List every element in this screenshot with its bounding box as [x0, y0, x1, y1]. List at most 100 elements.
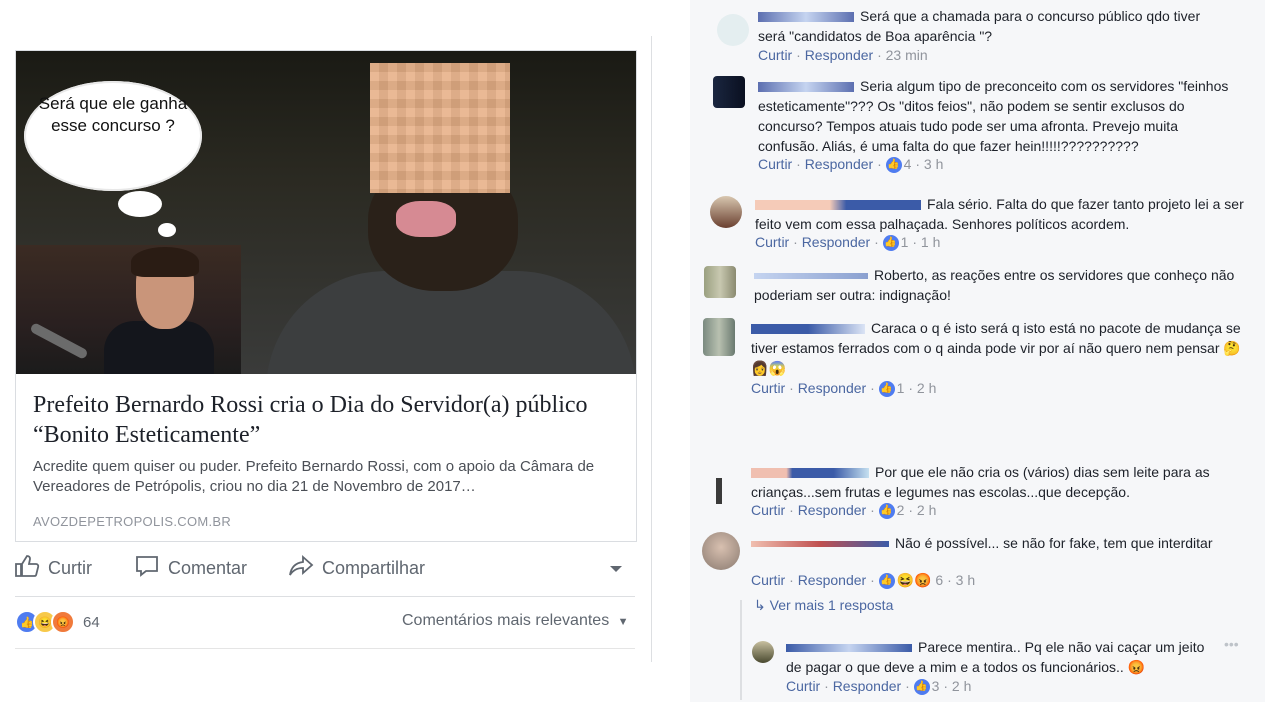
- redacted-name[interactable]: [758, 82, 854, 93]
- photo-inset-suit: [104, 321, 214, 374]
- comment-like-link[interactable]: Curtir: [751, 502, 785, 518]
- comment-7: Não é possível... se não for fake, tem q…: [751, 533, 1246, 553]
- comment-time[interactable]: 1 h: [921, 234, 940, 250]
- comment-like-link[interactable]: Curtir: [758, 156, 792, 172]
- comment-5: Caraca o q é isto será q isto está no pa…: [751, 318, 1246, 378]
- like-badge-icon: 👍: [878, 573, 895, 590]
- photo-tongue: [396, 201, 456, 237]
- more-options-button[interactable]: [608, 548, 624, 588]
- comment-like-count[interactable]: 2: [897, 502, 905, 518]
- comment-reply-link[interactable]: Responder: [805, 47, 874, 63]
- comment-time[interactable]: 2 h: [952, 678, 971, 694]
- pixelated-face: [370, 63, 510, 193]
- comment-like-link[interactable]: Curtir: [751, 380, 785, 396]
- avatar[interactable]: [717, 14, 749, 46]
- comment-6: Por que ele não cria os (vários) dias se…: [751, 462, 1246, 502]
- comment-7-meta: Curtir · Responder · 👍 😆😡 6 · 3 h: [751, 572, 976, 590]
- comment-sort-dropdown[interactable]: Comentários mais relevantes ▼: [402, 612, 629, 630]
- link-preview-card[interactable]: Será que ele ganha esse concurso ? Prefe…: [15, 50, 637, 542]
- photo-inset-hair: [131, 247, 199, 277]
- redacted-name[interactable]: [751, 324, 865, 335]
- avatar[interactable]: [704, 266, 736, 298]
- comment-like-link[interactable]: Curtir: [786, 678, 820, 694]
- comment-like-count[interactable]: 3: [932, 678, 940, 694]
- comment-like-count[interactable]: 1: [897, 380, 905, 396]
- emoji-face-icon: 👩: [751, 360, 769, 376]
- avatar[interactable]: [713, 76, 745, 108]
- comment-time[interactable]: 3 h: [924, 156, 943, 172]
- link-domain: AVOZDEPETROPOLIS.COM.BR: [33, 514, 232, 529]
- redacted-name[interactable]: [754, 273, 868, 280]
- comment-like-link[interactable]: Curtir: [755, 234, 789, 250]
- avatar[interactable]: [752, 641, 774, 663]
- share-label: Compartilhar: [322, 557, 426, 578]
- comment-time[interactable]: 23 min: [886, 47, 928, 63]
- avatar[interactable]: [710, 196, 742, 228]
- comment-icon: [134, 554, 160, 583]
- reply-thread-line: [740, 600, 742, 700]
- comment-button[interactable]: Comentar: [134, 548, 247, 588]
- comment-4: Roberto, as reações entre os servidores …: [754, 265, 1244, 305]
- comment-1: Será que a chamada para o concurso públi…: [758, 6, 1228, 46]
- comment-reply-link[interactable]: Responder: [798, 502, 867, 518]
- comment-3: Fala sério. Falta do que fazer tanto pro…: [755, 194, 1245, 234]
- share-button[interactable]: Compartilhar: [288, 548, 425, 588]
- emoji-angry-icon: 😡: [1127, 659, 1146, 675]
- comment-like-count[interactable]: 4: [904, 156, 912, 172]
- angry-badge-icon: 😡: [914, 572, 932, 588]
- link-preview-image[interactable]: Será que ele ganha esse concurso ?: [16, 51, 636, 374]
- more-dots-icon: •••: [1224, 636, 1239, 652]
- link-description: Acredite quem quiser ou puder. Prefeito …: [33, 458, 595, 495]
- avatar[interactable]: [716, 478, 722, 504]
- comment-time[interactable]: 3 h: [956, 572, 975, 588]
- redacted-name[interactable]: [786, 644, 912, 653]
- comment-like-count[interactable]: 1: [901, 234, 909, 250]
- thumbs-up-icon: [14, 554, 40, 583]
- comment-6-meta: Curtir · Responder · 👍 2 · 2 h: [751, 502, 937, 520]
- comment-like-count[interactable]: 6: [935, 572, 943, 588]
- redacted-name[interactable]: [751, 468, 869, 479]
- reaction-count: 64: [83, 613, 100, 631]
- comment-options-button[interactable]: •••: [1224, 636, 1239, 652]
- comment-reply-link[interactable]: Responder: [798, 572, 867, 588]
- link-title[interactable]: Prefeito Bernardo Rossi cria o Dia do Se…: [33, 390, 623, 450]
- comment-time[interactable]: 2 h: [917, 380, 936, 396]
- comment-reply-link[interactable]: Responder: [802, 234, 871, 250]
- comment-2: Seria algum tipo de preconceito com os s…: [758, 76, 1238, 156]
- comment-reply-link[interactable]: Responder: [833, 678, 902, 694]
- sort-caret-icon: ▼: [617, 616, 629, 628]
- thought-bubble-text: Será que ele ganha esse concurso ?: [38, 94, 188, 135]
- thought-dot-large: [118, 191, 162, 217]
- like-badge-icon: 👍: [913, 679, 930, 696]
- like-button[interactable]: Curtir: [14, 548, 92, 588]
- comment-3-meta: Curtir · Responder · 👍 1 · 1 h: [755, 234, 941, 252]
- redacted-name[interactable]: [751, 541, 889, 548]
- comment-like-link[interactable]: Curtir: [751, 572, 785, 588]
- link-preview-body[interactable]: Prefeito Bernardo Rossi cria o Dia do Se…: [16, 374, 636, 541]
- comment-label: Comentar: [168, 557, 248, 578]
- comment-text: Não é possível... se não for fake, tem q…: [895, 535, 1213, 551]
- post-frame-edge: [651, 36, 652, 662]
- caret-down-icon: [608, 558, 624, 579]
- like-badge-icon: 👍: [885, 157, 902, 174]
- like-badge-icon: 👍: [878, 503, 895, 520]
- view-more-replies[interactable]: ↳ Ver mais 1 resposta: [754, 597, 893, 614]
- emoji-scream-icon: 😱: [768, 360, 786, 376]
- comment-5-meta: Curtir · Responder · 👍 1 · 2 h: [751, 380, 937, 398]
- comment-reply-link[interactable]: Responder: [798, 380, 867, 396]
- comment-1-meta: Curtir · Responder · 23 min: [758, 47, 928, 63]
- view-more-replies-label: Ver mais 1 resposta: [769, 597, 894, 613]
- comment-like-link[interactable]: Curtir: [758, 47, 792, 63]
- redacted-name[interactable]: [755, 200, 921, 211]
- emoji-thinking-icon: 🤔: [1223, 340, 1241, 356]
- haha-badge-icon: 😆: [896, 572, 915, 588]
- avatar[interactable]: [703, 318, 735, 356]
- post: Será que ele ganha esse concurso ? Prefe…: [0, 0, 652, 662]
- post-actions: Curtir Comentar Compartilhar: [0, 548, 652, 588]
- comment-time[interactable]: 2 h: [917, 502, 936, 518]
- comment-reply-link[interactable]: Responder: [805, 156, 874, 172]
- avatar[interactable]: [702, 532, 740, 570]
- comment-2-meta: Curtir · Responder · 👍 4 · 3 h: [758, 156, 944, 174]
- reactions-summary[interactable]: 👍 😆 😡 64: [15, 608, 100, 636]
- redacted-name[interactable]: [758, 12, 854, 23]
